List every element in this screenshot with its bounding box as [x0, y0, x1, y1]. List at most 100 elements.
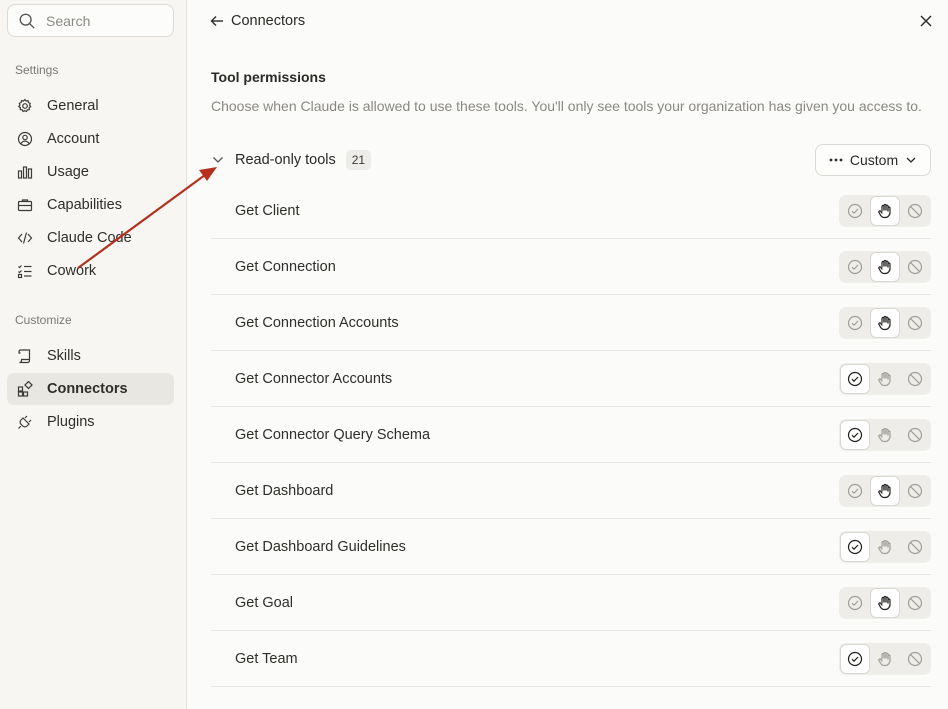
tool-row: Get Dashboard: [211, 463, 931, 519]
permission-selector: [839, 419, 931, 451]
tool-list: Get Client Get Connection Get Connection…: [211, 183, 931, 687]
sidebar-item-connectors[interactable]: Connectors: [7, 373, 174, 405]
sidebar-item-usage[interactable]: Usage: [7, 156, 174, 188]
hand-icon: [878, 203, 891, 219]
bar-chart-icon: [17, 164, 33, 180]
permission-selector: [839, 475, 931, 507]
ask-button[interactable]: [870, 532, 900, 562]
sidebar-item-claude-code[interactable]: Claude Code: [7, 222, 174, 254]
permission-selector: [839, 643, 931, 675]
block-icon: [907, 259, 923, 275]
check-circle-icon: [847, 539, 863, 555]
allow-button[interactable]: [840, 420, 870, 450]
tool-row: Get Connector Accounts: [211, 351, 931, 407]
deny-button[interactable]: [900, 364, 930, 394]
deny-button[interactable]: [900, 252, 930, 282]
permission-selector: [839, 531, 931, 563]
allow-button[interactable]: [840, 644, 870, 674]
sidebar-item-label: Plugins: [47, 414, 95, 430]
permission-selector: [839, 587, 931, 619]
deny-button[interactable]: [900, 588, 930, 618]
permission-mode-label: Custom: [849, 152, 899, 168]
block-icon: [907, 651, 923, 667]
sidebar: Settings General Account Usage: [0, 0, 187, 709]
allow-button[interactable]: [840, 364, 870, 394]
allow-button[interactable]: [840, 308, 870, 338]
ask-button[interactable]: [870, 476, 900, 506]
back-arrow-icon[interactable]: [209, 13, 225, 29]
search-input[interactable]: [46, 12, 156, 29]
hand-icon: [878, 539, 891, 555]
deny-button[interactable]: [900, 476, 930, 506]
sidebar-item-label: Skills: [47, 348, 81, 364]
deny-button[interactable]: [900, 644, 930, 674]
deny-button[interactable]: [900, 420, 930, 450]
permission-selector: [839, 251, 931, 283]
block-icon: [907, 315, 923, 331]
allow-button[interactable]: [840, 588, 870, 618]
block-icon: [907, 427, 923, 443]
hand-icon: [878, 651, 891, 667]
check-circle-icon: [847, 259, 863, 275]
tool-name: Get Goal: [235, 594, 294, 611]
ask-button[interactable]: [870, 196, 900, 226]
ask-button[interactable]: [870, 588, 900, 618]
tool-permissions-title: Tool permissions: [211, 69, 326, 85]
sidebar-item-plugins[interactable]: Plugins: [7, 406, 174, 438]
block-icon: [907, 483, 923, 499]
hand-icon: [878, 371, 891, 387]
sidebar-item-account[interactable]: Account: [7, 123, 174, 155]
ask-button[interactable]: [870, 644, 900, 674]
allow-button[interactable]: [840, 252, 870, 282]
scroll-icon: [17, 348, 33, 364]
tool-row: Get Goal: [211, 575, 931, 631]
tool-row: Get Connection: [211, 239, 931, 295]
tool-row: Get Team: [211, 631, 931, 687]
deny-button[interactable]: [900, 532, 930, 562]
tool-row: Get Client: [211, 183, 931, 239]
page-title: Connectors: [231, 13, 306, 29]
ask-button[interactable]: [870, 364, 900, 394]
allow-button[interactable]: [840, 532, 870, 562]
allow-button[interactable]: [840, 476, 870, 506]
sidebar-item-label: General: [47, 98, 99, 114]
chevron-down-icon: [905, 154, 917, 166]
permission-mode-dropdown[interactable]: Custom: [815, 144, 931, 176]
sidebar-item-capabilities[interactable]: Capabilities: [7, 189, 174, 221]
tool-name: Get Dashboard: [235, 482, 334, 499]
search-box[interactable]: [7, 4, 174, 37]
ask-button[interactable]: [870, 252, 900, 282]
block-icon: [907, 203, 923, 219]
hand-icon: [878, 315, 891, 331]
connectors-icon: [17, 381, 33, 397]
sidebar-item-cowork[interactable]: Cowork: [7, 255, 174, 287]
close-icon[interactable]: [918, 13, 934, 29]
check-circle-icon: [847, 315, 863, 331]
hand-icon: [878, 595, 891, 611]
tool-count-badge: 21: [345, 150, 372, 170]
sidebar-item-label: Usage: [47, 164, 89, 180]
tool-permissions-description: Choose when Claude is allowed to use the…: [211, 98, 922, 114]
tool-row: Get Connector Query Schema: [211, 407, 931, 463]
deny-button[interactable]: [900, 308, 930, 338]
group-title[interactable]: Read-only tools: [235, 152, 336, 168]
sidebar-item-label: Claude Code: [47, 230, 132, 246]
allow-button[interactable]: [840, 196, 870, 226]
ask-button[interactable]: [870, 308, 900, 338]
block-icon: [907, 371, 923, 387]
sidebar-item-general[interactable]: General: [7, 90, 174, 122]
sidebar-item-label: Connectors: [47, 381, 128, 397]
deny-button[interactable]: [900, 196, 930, 226]
tool-name: Get Client: [235, 202, 300, 219]
read-only-tools-header: Read-only tools 21 Custom: [211, 144, 931, 176]
tool-name: Get Connection: [235, 258, 336, 275]
chevron-down-icon[interactable]: [211, 153, 225, 167]
tool-name: Get Connector Query Schema: [235, 426, 431, 443]
ask-button[interactable]: [870, 420, 900, 450]
tool-row: Get Dashboard Guidelines: [211, 519, 931, 575]
tool-name: Get Team: [235, 650, 298, 667]
sidebar-item-label: Account: [47, 131, 100, 147]
briefcase-icon: [17, 197, 33, 213]
sidebar-item-label: Cowork: [47, 263, 97, 279]
sidebar-item-skills[interactable]: Skills: [7, 340, 174, 372]
